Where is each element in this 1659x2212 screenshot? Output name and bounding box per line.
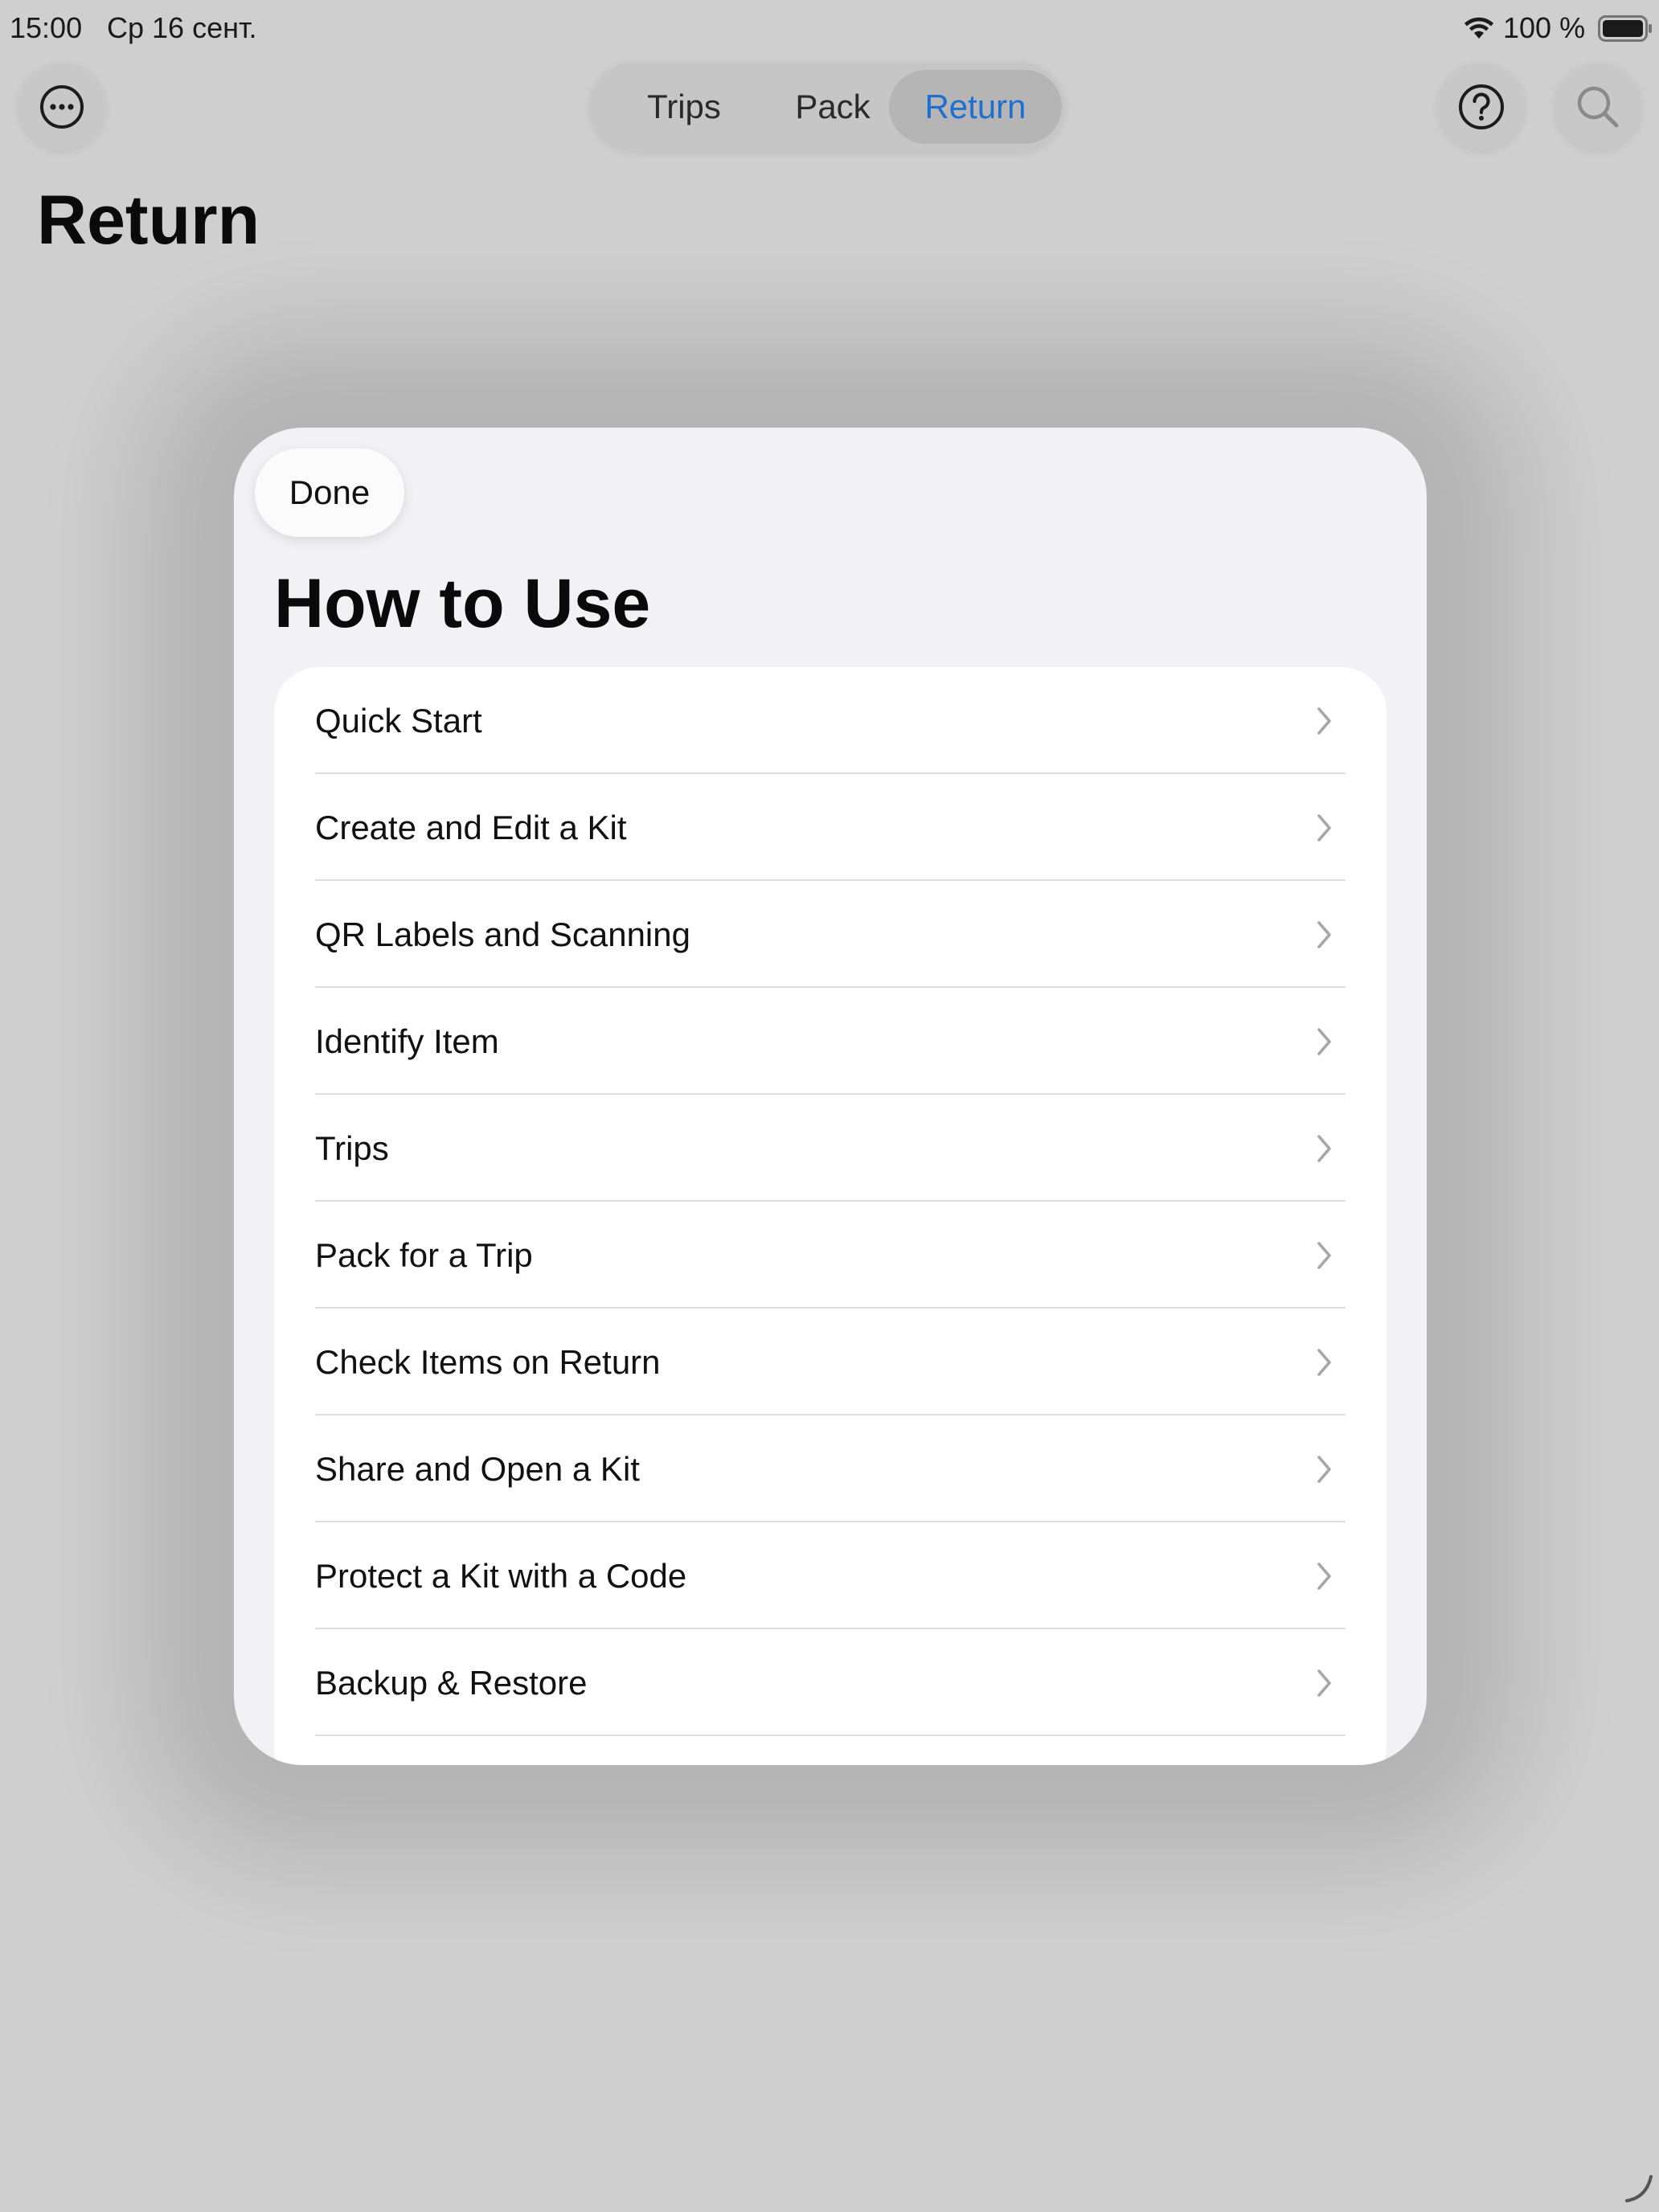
list-item-create-edit-kit[interactable]: Create and Edit a Kit	[274, 774, 1387, 881]
chevron-right-icon	[1317, 1135, 1331, 1162]
chevron-right-icon	[1317, 921, 1331, 948]
list-item-label: Identify Item	[315, 1022, 499, 1060]
list-item-protect-kit-code[interactable]: Protect a Kit with a Code	[274, 1522, 1387, 1629]
chevron-right-icon	[1317, 814, 1331, 842]
done-button[interactable]: Done	[255, 449, 404, 537]
list-item-backup-restore[interactable]: Backup & Restore	[274, 1629, 1387, 1736]
ellipsis-circle-icon	[40, 85, 84, 129]
resize-handle-icon[interactable]	[1622, 2172, 1654, 2204]
sheet-title: How to Use	[274, 565, 651, 642]
chevron-right-icon	[1317, 1242, 1331, 1269]
divider	[315, 1735, 1346, 1736]
list-item-label: Quick Start	[315, 702, 482, 739]
tab-return[interactable]: Return	[889, 70, 1062, 144]
status-bar: 15:00 Ср 16 сент. 100 %	[0, 0, 1659, 56]
how-to-use-sheet: Done How to Use Quick Start Create and E…	[234, 428, 1427, 1765]
list-item-trips[interactable]: Trips	[274, 1095, 1387, 1202]
more-button[interactable]	[18, 63, 105, 150]
question-circle-icon	[1459, 84, 1504, 129]
chevron-right-icon	[1317, 1349, 1331, 1376]
list-item-label: Trips	[315, 1129, 389, 1167]
help-button[interactable]	[1438, 63, 1525, 150]
wifi-icon	[1464, 17, 1493, 39]
list-item-check-items-return[interactable]: Check Items on Return	[274, 1309, 1387, 1415]
status-time: 15:00	[10, 11, 83, 44]
list-item-label: QR Labels and Scanning	[315, 916, 690, 953]
list-item-share-open-kit[interactable]: Share and Open a Kit	[274, 1415, 1387, 1522]
tab-trips[interactable]: Trips	[608, 70, 760, 144]
chevron-right-icon	[1317, 1563, 1331, 1590]
tab-pack[interactable]: Pack	[760, 70, 905, 144]
battery-percent: 100 %	[1503, 11, 1586, 44]
chevron-right-icon	[1317, 1028, 1331, 1055]
list-item-label: Check Items on Return	[315, 1343, 661, 1381]
list-item-identify-item[interactable]: Identify Item	[274, 988, 1387, 1095]
chevron-right-icon	[1317, 1669, 1331, 1697]
list-item-label: Pack for a Trip	[315, 1236, 533, 1274]
list-item-label: Create and Edit a Kit	[315, 809, 627, 846]
page-title: Return	[37, 182, 260, 259]
chevron-right-icon	[1317, 1456, 1331, 1483]
section-tabs: Trips Pack Return	[590, 63, 1064, 151]
chevron-right-icon	[1317, 707, 1331, 735]
list-item-label: Share and Open a Kit	[315, 1450, 640, 1488]
search-button[interactable]	[1555, 63, 1641, 150]
battery-icon	[1598, 15, 1652, 42]
list-item-label: Protect a Kit with a Code	[315, 1557, 687, 1595]
magnifier-icon	[1577, 86, 1619, 128]
help-topics-list: Quick Start Create and Edit a Kit QR Lab…	[274, 667, 1387, 1765]
status-date: Ср 16 сент.	[107, 11, 257, 44]
list-item-pack-for-trip[interactable]: Pack for a Trip	[274, 1202, 1387, 1309]
list-item-label: Backup & Restore	[315, 1664, 588, 1702]
list-item-quick-start[interactable]: Quick Start	[274, 667, 1387, 774]
list-item-qr-labels[interactable]: QR Labels and Scanning	[274, 881, 1387, 988]
